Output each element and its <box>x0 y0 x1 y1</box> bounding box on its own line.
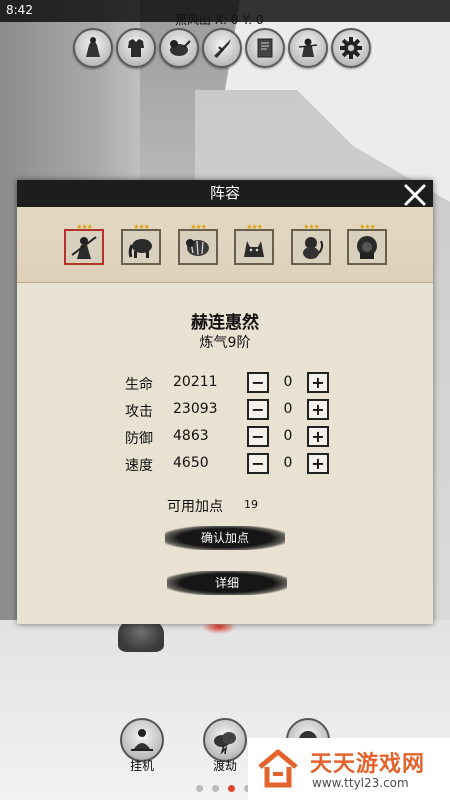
map-location: 黑风山 X: 0 Y: 0 <box>175 13 264 27</box>
elephant-icon <box>128 239 152 258</box>
member-stars: ★★★ <box>76 223 93 231</box>
stat-value: 23093 <box>173 401 218 417</box>
stat-row-attack: 攻击 23093 − 0 + <box>125 399 345 421</box>
minus-button[interactable]: − <box>247 453 269 474</box>
site-watermark: 天天游戏网 www.ttyl23.com <box>248 738 450 800</box>
plus-button[interactable]: + <box>307 372 329 393</box>
minus-button[interactable]: − <box>247 426 269 447</box>
watermark-url: www.ttyl23.com <box>312 776 409 790</box>
gear-icon[interactable] <box>331 28 371 68</box>
tribulation-button[interactable] <box>203 718 247 762</box>
stat-label: 防御 <box>125 431 153 447</box>
panel-header: 阵容 <box>17 180 433 207</box>
minus-button[interactable]: − <box>247 372 269 393</box>
added-points: 0 <box>283 401 293 417</box>
page-dot[interactable] <box>212 785 219 792</box>
member-stars: ★★★ <box>190 223 207 231</box>
stat-row-hp: 生命 20211 − 0 + <box>125 372 345 394</box>
plus-button[interactable]: + <box>307 399 329 420</box>
available-points-value: 19 <box>244 498 258 511</box>
meditation-icon <box>131 729 153 751</box>
idle-label: 挂机 <box>129 759 154 773</box>
lion-icon <box>357 236 377 259</box>
team-member-3[interactable]: ★★★ <box>178 223 218 265</box>
page-dot[interactable] <box>196 785 203 792</box>
top-menu <box>73 28 383 68</box>
close-button[interactable] <box>402 182 428 208</box>
member-stars: ★★★ <box>359 223 376 231</box>
hero-rank: 炼气9阶 <box>199 335 251 351</box>
tribulation-label: 渡劫 <box>212 759 237 773</box>
status-time: 8:42 <box>6 3 33 17</box>
stat-row-speed: 速度 4650 − 0 + <box>125 453 345 475</box>
formation-panel: 阵容 ★★★ ★★★ ★★★ ★★★ ★★★ ★★★ 赫连惠然 炼气9阶 生命 … <box>17 180 433 624</box>
stat-value: 4650 <box>173 455 209 471</box>
tiger-icon <box>186 239 209 256</box>
hero-icon[interactable] <box>73 28 113 68</box>
stat-value: 20211 <box>173 374 218 390</box>
added-points: 0 <box>283 455 293 471</box>
team-strip: ★★★ ★★★ ★★★ ★★★ ★★★ ★★★ <box>17 207 433 283</box>
hero-name: 赫连惠然 <box>191 313 259 333</box>
details-button[interactable]: 详细 <box>167 571 287 595</box>
member-stars: ★★★ <box>246 223 263 231</box>
minus-button[interactable]: − <box>247 399 269 420</box>
added-points: 0 <box>283 428 293 444</box>
page-dot-active[interactable] <box>228 785 235 792</box>
plus-button[interactable]: + <box>307 426 329 447</box>
wolf-icon <box>244 241 264 257</box>
beast-icon[interactable] <box>159 28 199 68</box>
team-member-2[interactable]: ★★★ <box>121 223 161 265</box>
member-stars: ★★★ <box>303 223 320 231</box>
warrior-icon[interactable] <box>288 28 328 68</box>
stat-row-defense: 防御 4863 − 0 + <box>125 426 345 448</box>
armor-icon[interactable] <box>116 28 156 68</box>
available-points-label: 可用加点 <box>167 499 223 515</box>
stat-label: 生命 <box>125 377 153 393</box>
close-icon <box>404 184 426 206</box>
added-points: 0 <box>283 374 293 390</box>
book-icon[interactable] <box>245 28 285 68</box>
panel-title: 阵容 <box>209 184 240 202</box>
house-logo-icon <box>258 749 298 788</box>
idle-button[interactable] <box>120 718 164 762</box>
cloud-icon <box>214 732 236 755</box>
confirm-points-button[interactable]: 确认加点 <box>165 526 285 550</box>
plus-button[interactable]: + <box>307 453 329 474</box>
monkey-icon <box>303 237 324 259</box>
swordsman-icon <box>71 236 97 259</box>
member-stars: ★★★ <box>133 223 150 231</box>
team-member-4[interactable]: ★★★ <box>234 223 274 265</box>
weapon-icon[interactable] <box>202 28 242 68</box>
team-member-5[interactable]: ★★★ <box>291 223 331 265</box>
stat-label: 速度 <box>125 458 153 474</box>
team-member-1[interactable]: ★★★ <box>64 223 104 265</box>
stat-label: 攻击 <box>125 404 153 420</box>
team-member-6[interactable]: ★★★ <box>347 223 387 265</box>
watermark-title: 天天游戏网 <box>310 752 426 777</box>
stat-value: 4863 <box>173 428 209 444</box>
